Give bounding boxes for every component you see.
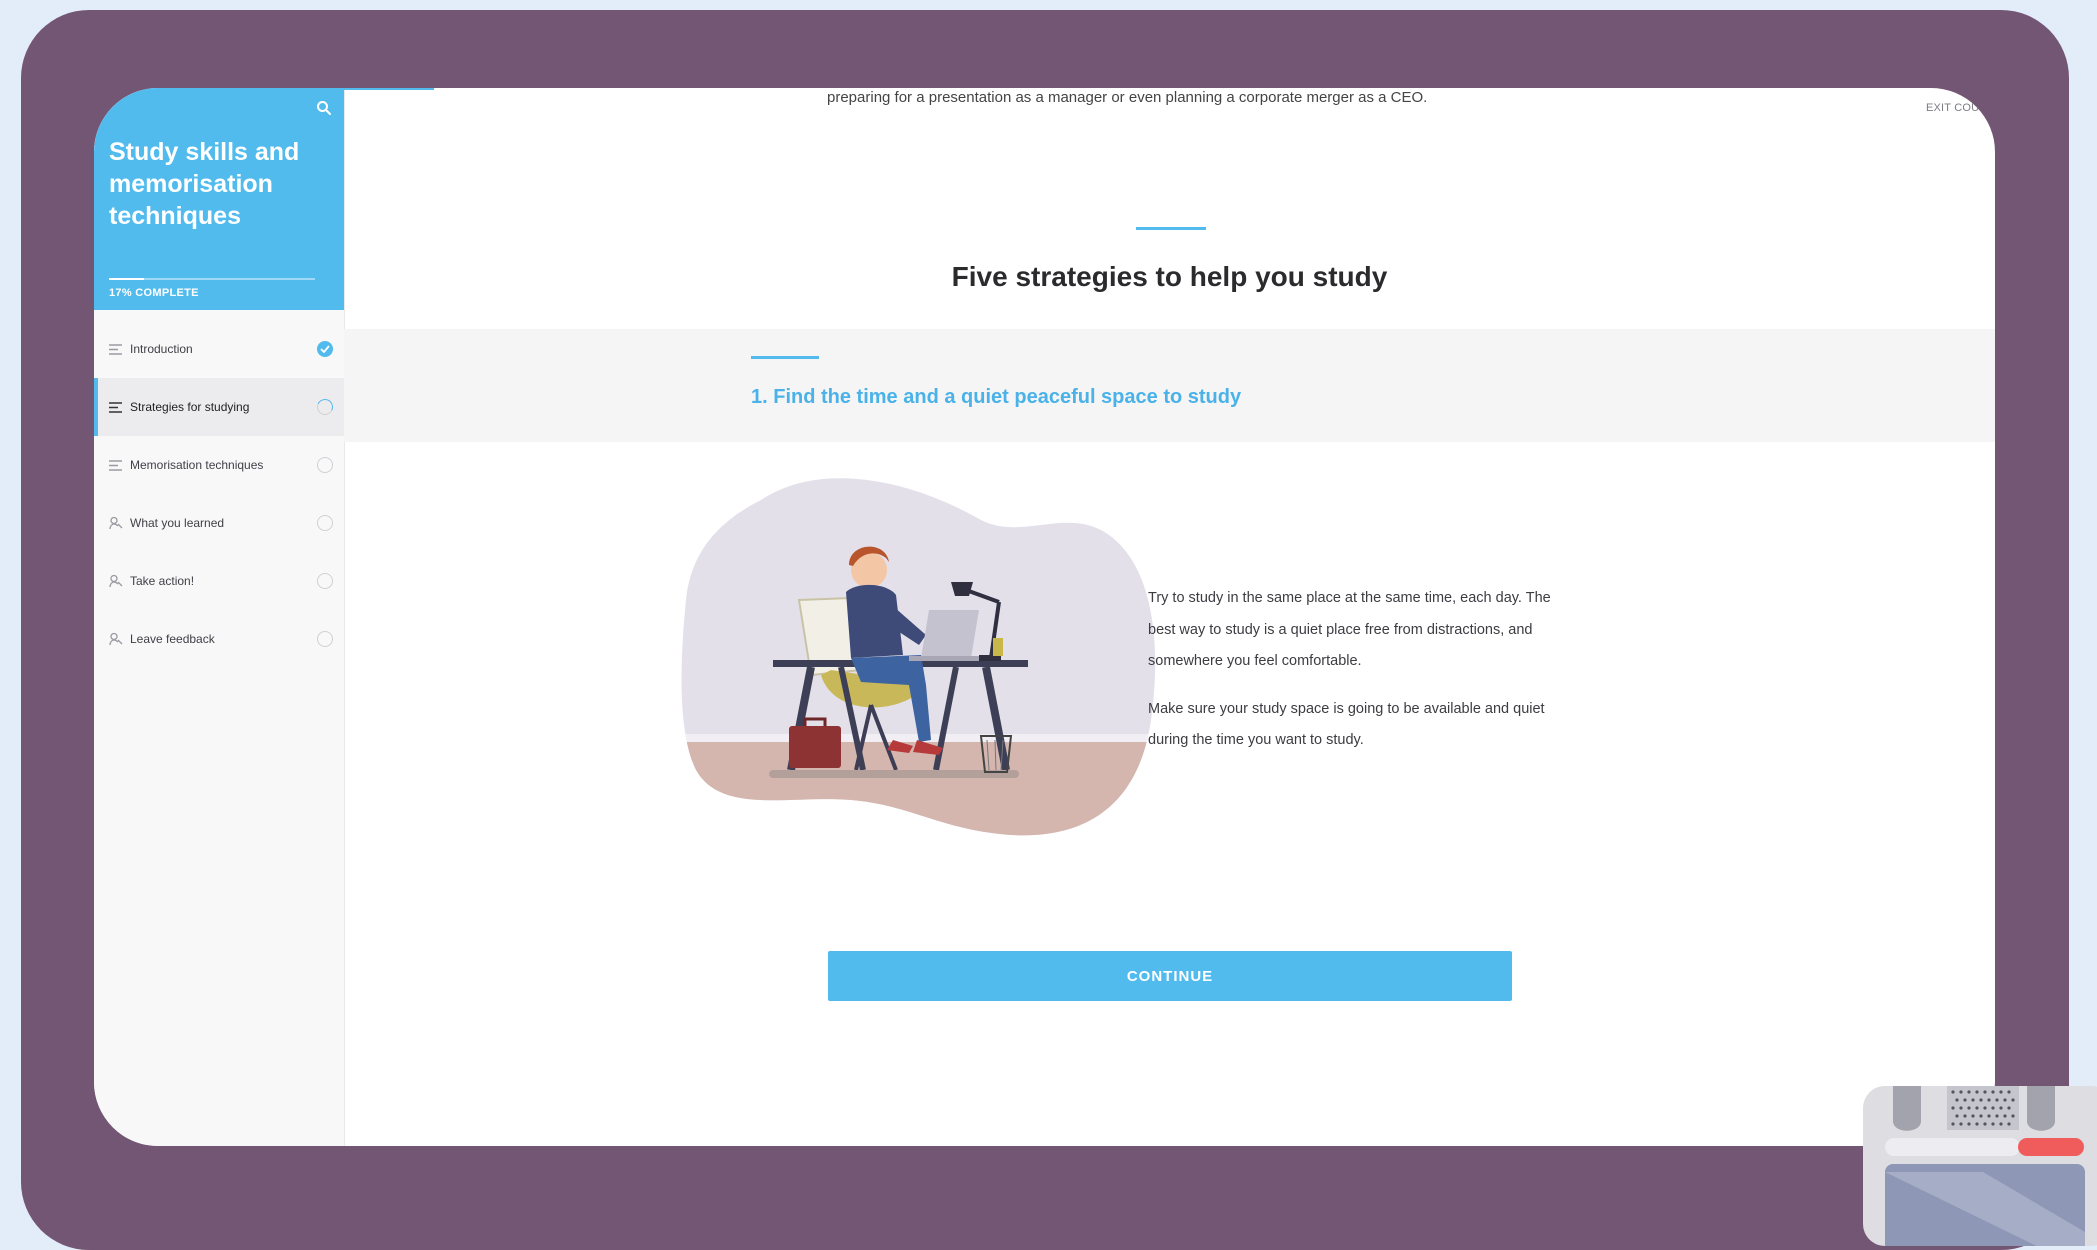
sidebar-item-leave-feedback[interactable]: Leave feedback (94, 610, 344, 668)
sidebar-item-take-action[interactable]: Take action! (94, 552, 344, 610)
corner-widget (1863, 1086, 2097, 1246)
sidebar-item-label: Leave feedback (130, 632, 215, 646)
section-heading: 1. Find the time and a quiet peaceful sp… (751, 386, 1242, 408)
top-progress-fill (94, 88, 434, 90)
scenario-icon (109, 516, 124, 530)
sidebar-item-strategies[interactable]: Strategies for studying (94, 378, 344, 436)
sidebar-header: Study skills and memorisation techniques… (94, 88, 344, 310)
heading-divider (1136, 227, 1206, 230)
course-window: Study skills and memorisation techniques… (94, 88, 1995, 1146)
sidebar-item-what-you-learned[interactable]: What you learned (94, 494, 344, 552)
sidebar-item-label: Take action! (130, 574, 195, 588)
course-title: Study skills and memorisation techniques (109, 138, 300, 230)
paragraph-1: Try to study in the same place at the sa… (1148, 590, 1551, 669)
lines-icon (109, 458, 124, 472)
incomplete-circle-icon (317, 573, 333, 589)
sidebar-item-memorisation[interactable]: Memorisation techniques (94, 436, 344, 494)
scenario-icon (109, 574, 124, 588)
course-progress-label: 17% COMPLETE (109, 287, 199, 299)
course-progress-bar (109, 278, 315, 280)
paragraph-2: Make sure your study space is going to b… (1148, 700, 1545, 749)
lesson-content: EXIT COURS preparing for a presentation … (94, 88, 1995, 1146)
exit-course-link[interactable]: EXIT COURS (1926, 102, 1995, 114)
incomplete-circle-icon (317, 631, 333, 647)
lines-icon (109, 400, 124, 414)
in-progress-icon (317, 399, 333, 415)
sidebar-item-introduction[interactable]: Introduction (94, 320, 344, 378)
incomplete-circle-icon (317, 515, 333, 531)
study-illustration (681, 470, 1159, 840)
previous-paragraph: preparing for a presentation as a manage… (827, 89, 1428, 106)
sidebar-item-label: What you learned (130, 516, 225, 530)
subheading-divider (751, 356, 819, 359)
sidebar: Study skills and memorisation techniques… (94, 88, 345, 1146)
lines-icon (109, 342, 124, 356)
incomplete-circle-icon (317, 457, 333, 473)
lesson-body: Try to study in the same place at the sa… (1148, 583, 1556, 773)
lesson-list: Introduction Strategies for studying Mem… (94, 320, 344, 668)
course-progress-fill (109, 278, 145, 280)
sidebar-item-label: Introduction (130, 342, 193, 356)
scenario-icon (109, 632, 124, 646)
page-title: Five strategies to help you study (951, 261, 1388, 292)
search-icon[interactable] (312, 96, 336, 120)
sidebar-item-label: Memorisation techniques (130, 458, 264, 472)
sidebar-item-label: Strategies for studying (130, 400, 250, 414)
continue-button[interactable]: CONTINUE (828, 951, 1512, 1001)
check-icon (317, 341, 333, 357)
